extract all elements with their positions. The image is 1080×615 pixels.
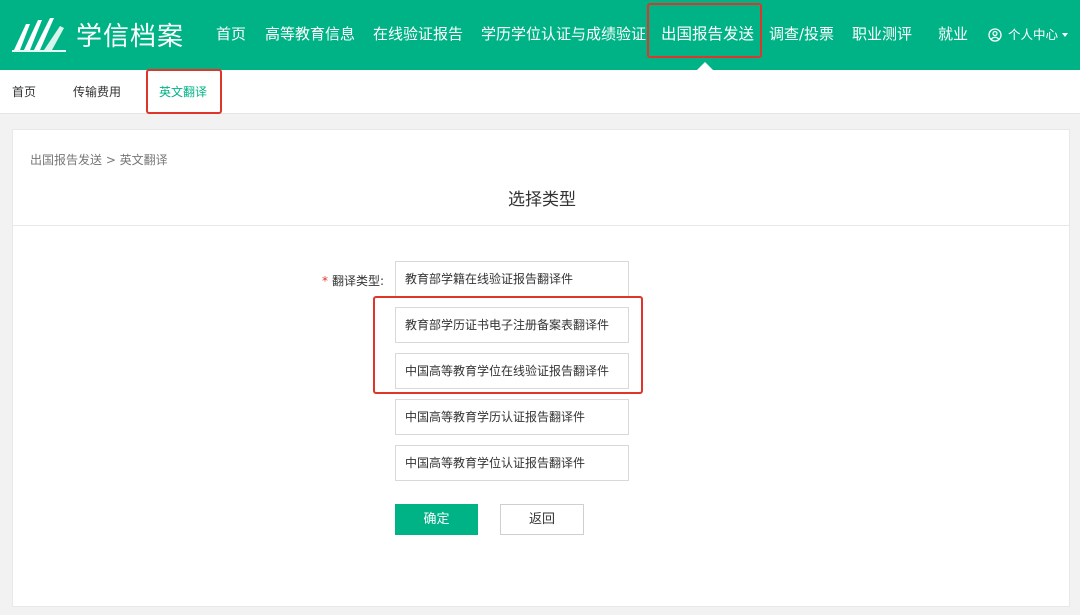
logo[interactable]: 学信档案 (12, 16, 184, 52)
user-icon (988, 28, 1002, 42)
breadcrumb: 出国报告发送 > 英文翻译 (30, 153, 168, 167)
logo-text: 学信档案 (76, 21, 185, 52)
nav-item-overseas-report-sending[interactable]: 出国报告发送 (661, 0, 754, 70)
subnav-item-home[interactable]: 首页 (12, 70, 36, 114)
translation-type-label-text: 翻译类型: (332, 274, 385, 288)
main-card: 出国报告发送 > 英文翻译 选择类型 * 翻译类型: 教育部学籍在线验证报告翻译件… (12, 129, 1070, 607)
translation-option-degree-certification-report[interactable]: 中国高等教育学位认证报告翻译件 (395, 445, 629, 481)
logo-icon (12, 18, 66, 52)
nav-item-degree-certification[interactable]: 学历学位认证与成绩验证 (481, 0, 646, 70)
translation-type-label: * 翻译类型: (322, 272, 384, 289)
nav-item-home[interactable]: 首页 (216, 0, 246, 70)
translation-option-student-status-report[interactable]: 教育部学籍在线验证报告翻译件 (395, 261, 629, 297)
chevron-down-icon (1062, 33, 1069, 37)
nav-item-online-verification-report[interactable]: 在线验证报告 (373, 0, 463, 70)
page-title: 选择类型 (508, 190, 576, 210)
translation-option-diploma-certification-report[interactable]: 中国高等教育学历认证报告翻译件 (395, 399, 629, 435)
top-nav-bar: 学信档案 首页 高等教育信息 在线验证报告 学历学位认证与成绩验证 出国报告发送… (0, 0, 1080, 70)
confirm-button[interactable]: 确定 (395, 504, 478, 535)
divider (13, 225, 1069, 226)
nav-item-employment[interactable]: 就业 (938, 0, 968, 70)
nav-item-career-assessment[interactable]: 职业测评 (852, 0, 912, 70)
translation-option-diploma-registration-form[interactable]: 教育部学历证书电子注册备案表翻译件 (395, 307, 629, 343)
translation-option-degree-online-report[interactable]: 中国高等教育学位在线验证报告翻译件 (395, 353, 629, 389)
nav-item-higher-education-info[interactable]: 高等教育信息 (265, 0, 355, 70)
subnav-item-transfer-fee[interactable]: 传输费用 (73, 70, 121, 114)
sub-nav-bar: 首页 传输费用 英文翻译 (0, 70, 1080, 114)
subnav-item-english-translation[interactable]: 英文翻译 (159, 70, 207, 114)
back-button[interactable]: 返回 (500, 504, 584, 535)
nav-item-survey-vote[interactable]: 调查/投票 (769, 0, 834, 70)
required-mark: * (322, 274, 328, 288)
active-nav-indicator (697, 62, 713, 70)
user-center-menu[interactable]: 个人中心 (988, 0, 1069, 70)
user-center-label: 个人中心 (1008, 27, 1059, 42)
